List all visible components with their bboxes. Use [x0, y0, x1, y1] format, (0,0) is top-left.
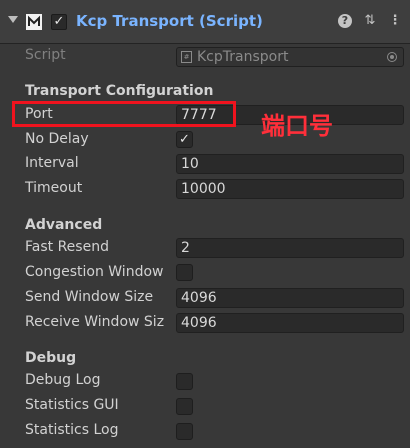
- statistics-gui-label: Statistics GUI: [25, 397, 119, 413]
- help-icon[interactable]: ?: [336, 12, 354, 30]
- section-advanced: Advanced: [25, 217, 103, 233]
- statistics-gui-checkbox[interactable]: [176, 398, 193, 415]
- timeout-input[interactable]: 10000: [176, 179, 404, 199]
- debug-log-label: Debug Log: [25, 372, 101, 388]
- script-file-icon: #: [181, 51, 192, 63]
- help-glyph: ?: [338, 14, 352, 28]
- debug-log-checkbox[interactable]: [176, 373, 193, 390]
- script-label: Script: [25, 47, 66, 63]
- port-highlight-box: [12, 101, 236, 127]
- script-field[interactable]: # KcpTransport: [176, 47, 404, 67]
- object-picker-icon[interactable]: [387, 52, 397, 62]
- kcp-logo-icon: [26, 14, 42, 30]
- component-title: Kcp Transport (Script): [76, 12, 263, 30]
- no-delay-label: No Delay: [25, 131, 89, 147]
- more-options-icon[interactable]: ⋮: [386, 12, 404, 30]
- congestion-window-checkbox[interactable]: [176, 264, 193, 281]
- section-debug: Debug: [25, 350, 77, 366]
- script-value: KcpTransport: [197, 49, 289, 65]
- receive-window-size-input[interactable]: 4096: [176, 313, 404, 333]
- statistics-log-label: Statistics Log: [25, 422, 119, 438]
- component-enabled-checkbox[interactable]: ✓: [51, 14, 67, 30]
- interval-input[interactable]: 10: [176, 154, 404, 174]
- fast-resend-label: Fast Resend: [25, 239, 109, 255]
- fast-resend-input[interactable]: 2: [176, 238, 404, 258]
- component-header: ✓ Kcp Transport (Script) ? ⇅ ⋮: [0, 0, 410, 44]
- foldout-arrow-icon[interactable]: [8, 16, 18, 23]
- interval-label: Interval: [25, 155, 79, 171]
- no-delay-checkbox[interactable]: ✓: [176, 131, 193, 148]
- preset-sliders-icon[interactable]: ⇅: [361, 12, 379, 30]
- send-window-size-label: Send Window Size: [25, 289, 154, 305]
- congestion-window-label: Congestion Window: [25, 264, 164, 280]
- port-annotation-label: 端口号: [261, 112, 333, 140]
- statistics-log-checkbox[interactable]: [176, 423, 193, 440]
- send-window-size-input[interactable]: 4096: [176, 288, 404, 308]
- section-transport-configuration: Transport Configuration: [25, 83, 214, 99]
- receive-window-size-label: Receive Window Siz: [25, 314, 165, 330]
- timeout-label: Timeout: [25, 180, 83, 196]
